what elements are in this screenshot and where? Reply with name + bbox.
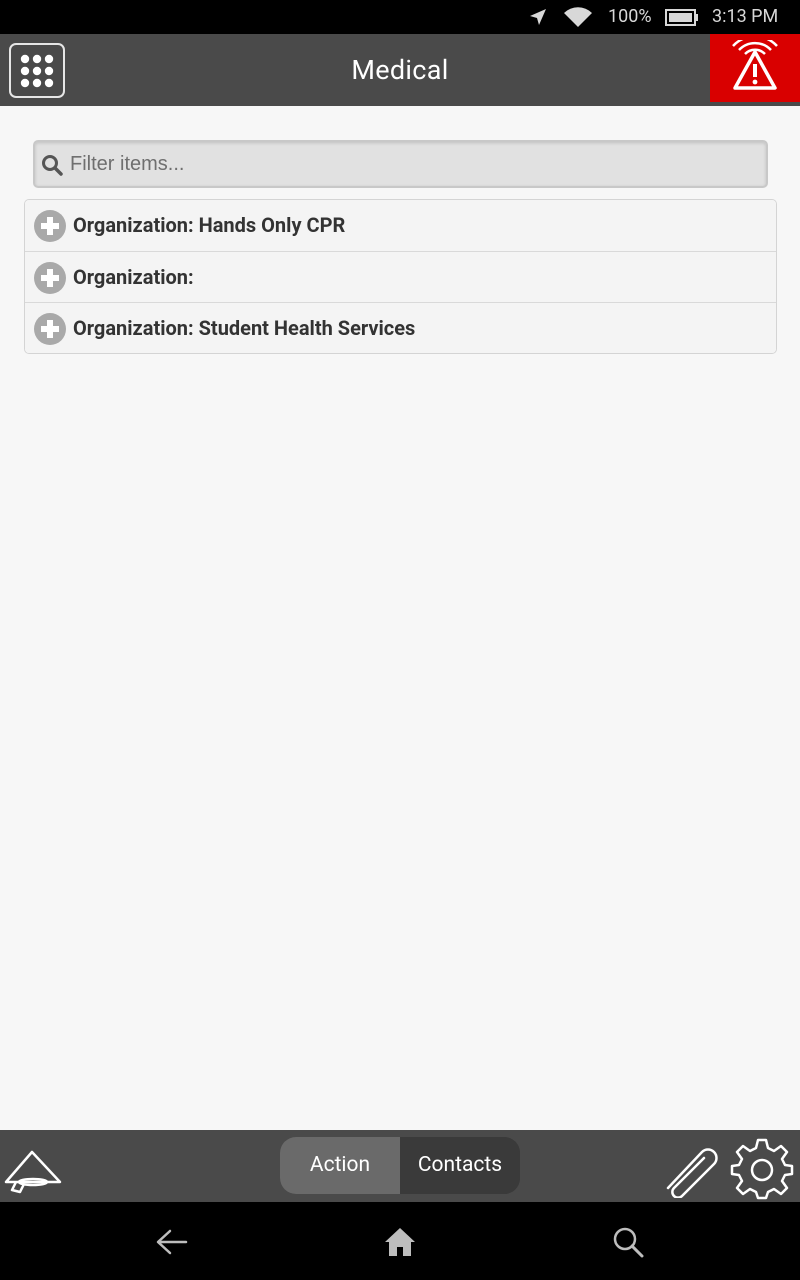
- list-item[interactable]: Organization: Hands Only CPR: [25, 200, 776, 251]
- main-content: Organization: Hands Only CPR Organizatio…: [0, 106, 800, 1130]
- app-header: Medical: [0, 34, 800, 106]
- filter-box[interactable]: [33, 140, 768, 188]
- search-icon: [42, 155, 63, 176]
- search-icon[interactable]: [608, 1222, 648, 1262]
- list-item-label: Organization: Hands Only CPR: [73, 213, 346, 237]
- expand-plus-icon[interactable]: [33, 312, 67, 346]
- megaphone-icon[interactable]: [2, 1138, 64, 1198]
- status-bar: 100% 3:13 PM: [0, 0, 800, 34]
- location-arrow-icon: [530, 9, 546, 25]
- gear-icon[interactable]: [730, 1136, 794, 1200]
- paperclip-icon[interactable]: [658, 1138, 720, 1198]
- organization-list: Organization: Hands Only CPR Organizatio…: [24, 199, 777, 354]
- back-arrow-icon[interactable]: [152, 1222, 192, 1262]
- contacts-tab[interactable]: Contacts: [400, 1137, 520, 1194]
- bottom-toolbar: Action Contacts: [0, 1130, 800, 1202]
- emergency-alert-button[interactable]: [710, 34, 800, 102]
- list-item[interactable]: Organization: Student Health Services: [25, 302, 776, 353]
- alert-triangle-icon: [732, 40, 778, 90]
- filter-input[interactable]: [70, 142, 760, 186]
- system-nav-bar: [0, 1202, 800, 1280]
- list-item-label: Organization: Student Health Services: [73, 316, 416, 340]
- list-item[interactable]: Organization:: [25, 251, 776, 302]
- battery-percent: 100%: [608, 6, 652, 27]
- clock: 3:13 PM: [712, 6, 779, 27]
- page-title: Medical: [351, 54, 449, 86]
- action-tab[interactable]: Action: [280, 1137, 400, 1194]
- home-icon[interactable]: [380, 1222, 420, 1262]
- expand-plus-icon[interactable]: [33, 209, 67, 243]
- expand-plus-icon[interactable]: [33, 261, 67, 295]
- view-segmented-control: Action Contacts: [280, 1137, 520, 1194]
- battery-icon: [665, 9, 698, 26]
- list-item-label: Organization:: [73, 265, 194, 289]
- wifi-icon: [564, 7, 592, 27]
